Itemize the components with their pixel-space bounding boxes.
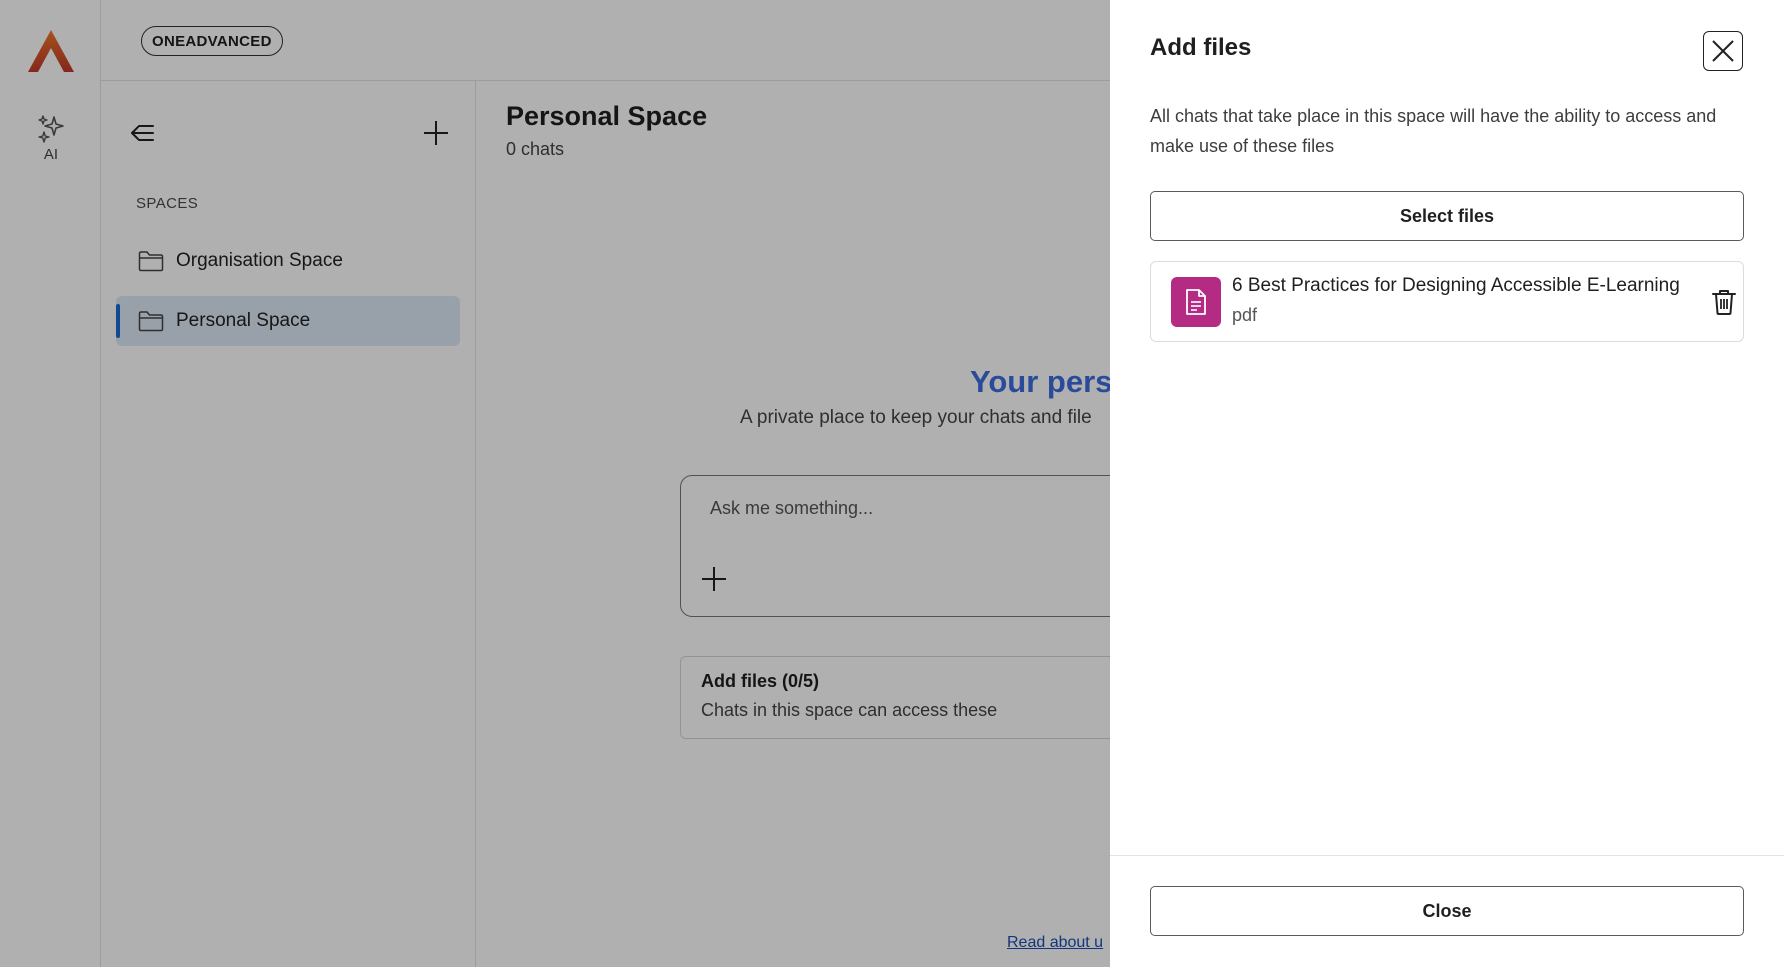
select-files-button[interactable]: Select files [1150, 191, 1744, 241]
file-name: 6 Best Practices for Designing Accessibl… [1232, 275, 1680, 296]
panel-title: Add files [1150, 34, 1252, 61]
file-item: 6 Best Practices for Designing Accessibl… [1150, 261, 1744, 342]
panel-footer-divider [1110, 855, 1784, 856]
file-type-badge [1171, 277, 1221, 327]
add-files-panel: Add files All chats that take place in t… [1110, 0, 1784, 967]
close-button[interactable]: Close [1150, 886, 1744, 936]
trash-icon [1712, 290, 1736, 315]
panel-description: All chats that take place in this space … [1150, 106, 1717, 156]
document-icon [1186, 289, 1206, 315]
delete-file-button[interactable] [1711, 288, 1737, 316]
file-type: pdf [1232, 305, 1258, 325]
modal-overlay[interactable] [0, 0, 1110, 967]
close-icon [1712, 40, 1734, 62]
panel-close-button[interactable] [1703, 31, 1743, 71]
